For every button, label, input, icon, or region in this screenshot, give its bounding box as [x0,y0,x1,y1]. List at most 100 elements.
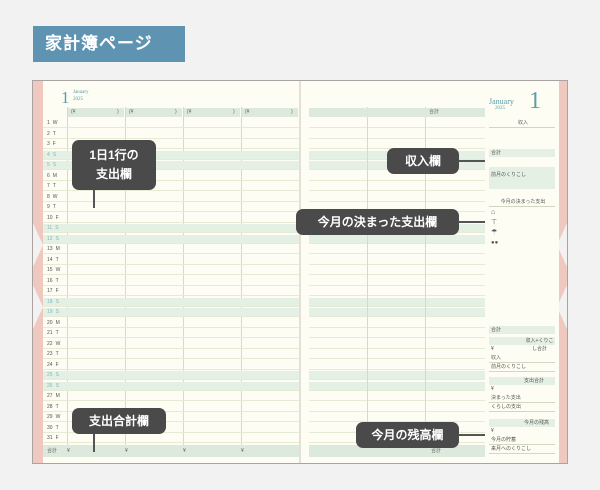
day-label: 5S [47,161,65,170]
item-living: くらしの支出 [489,403,555,412]
day-number: 25 [47,372,53,378]
leader-fixed-expense [459,221,485,223]
weekday: M [55,246,60,252]
day-row: 25 S [43,371,301,380]
leader-income [459,160,485,162]
day-row: 10 F [43,214,301,223]
day-label: 6M [47,172,65,181]
total-yen-3: ¥ [183,448,186,454]
right-day-row [309,350,485,359]
weekday: S [52,151,57,158]
weekday: T [55,256,59,263]
day-row: 1W [43,119,301,128]
right-day-row [309,403,485,412]
day-row: 9T [43,203,301,212]
column-header-paren: ) [117,109,119,115]
expense-total-yen: ¥ [491,386,494,392]
weekday: F [55,214,59,221]
day-number: 26 [47,382,53,389]
weekday: S [55,382,59,389]
weekday: T [52,204,56,210]
fixed-total-box: 合計 [489,326,555,334]
day-row: 22 W [43,340,301,349]
weekday: M [55,319,60,326]
day-label: 28 T [47,403,65,412]
day-number: 9 [47,204,50,210]
right-day-row [309,361,485,370]
column-header-yen: (¥ [245,109,250,115]
day-label: 26 S [47,382,65,391]
callout-fixed-expense: 今月の決まった支出欄 [296,209,459,235]
day-label: 18 S [47,298,65,307]
weekday: W [55,267,61,273]
weekday: W [52,120,58,126]
left-page: 1 January 2025 (¥) (¥) (¥) (¥) 1W2T3F4S5S6M… [43,81,301,463]
day-label: 29 W [47,413,65,422]
day-number: 27 [47,393,53,399]
day-number: 12 [47,235,53,242]
left-month-number: 1 [61,88,70,107]
day-label: 30 T [47,424,65,433]
fixed-total-label: 合計 [491,327,502,333]
day-number: 30 [47,424,53,431]
right-day-row [309,287,485,296]
balance-yen: ¥ [491,428,494,434]
day-label: 1W [47,119,65,128]
day-label: 17 F [47,287,65,296]
family-icon: ●● [491,240,499,246]
day-label: 13 M [47,245,65,254]
right-month-number: 1 [529,88,541,114]
day-row: 23 T [43,350,301,359]
callout-income: 収入欄 [387,148,459,174]
income-carry-yen: ¥ [491,346,494,352]
day-number: 1 [47,120,50,126]
income-total-box: 合計 [489,149,555,157]
right-day-row [309,277,485,286]
column-header-yen: (¥ [129,109,134,115]
day-label: 3F [47,140,65,149]
fixed-expense-header: 今月の決まった支出 [489,198,555,207]
weekday: M [55,393,60,399]
right-day-row [309,266,485,275]
day-label: 21 T [47,329,65,338]
day-number: 7 [47,183,50,189]
right-day-row [309,319,485,328]
right-year: 2025 [495,106,505,111]
weekday: S [55,372,59,378]
day-label: 15 W [47,266,65,275]
income-total-label: 合計 [491,150,502,156]
day-label: 31 F [47,434,65,443]
day-number: 13 [47,246,53,252]
day-number: 24 [47,361,53,368]
day-label: 20 M [47,319,65,328]
day-number: 17 [47,288,53,294]
day-label: 12 S [47,235,65,244]
item-income: 収入 [489,354,555,363]
day-number: 14 [47,256,53,263]
expense-total-box: 支出合計 [489,377,555,385]
item-savings: 今月の貯蓄 [489,436,555,445]
weekday: M [52,172,57,179]
day-row: 13 M [43,245,301,254]
right-column-headers: 合計 [309,108,485,117]
day-label: 2T [47,130,65,139]
day-number: 22 [47,340,53,347]
day-row: 21 T [43,329,301,338]
balance-box: 今月の残高 [489,419,555,427]
leader-expense-total [93,434,95,452]
left-column-header: (¥) [125,108,182,117]
weekday: W [52,193,58,200]
left-notch-2 [33,285,43,329]
column-header-yen: (¥ [187,109,192,115]
weekday: S [55,235,59,242]
right-day-row [309,413,485,422]
day-number: 20 [47,319,53,326]
weekday: S [55,309,59,315]
day-label: 22 W [47,340,65,349]
weekday: F [55,288,59,294]
balance-label: 今月の残高 [524,420,550,426]
right-day-row [309,182,485,191]
day-number: 15 [47,267,53,273]
left-year: 2025 [73,97,83,102]
item-prev: 前月のくりこし [489,363,555,372]
